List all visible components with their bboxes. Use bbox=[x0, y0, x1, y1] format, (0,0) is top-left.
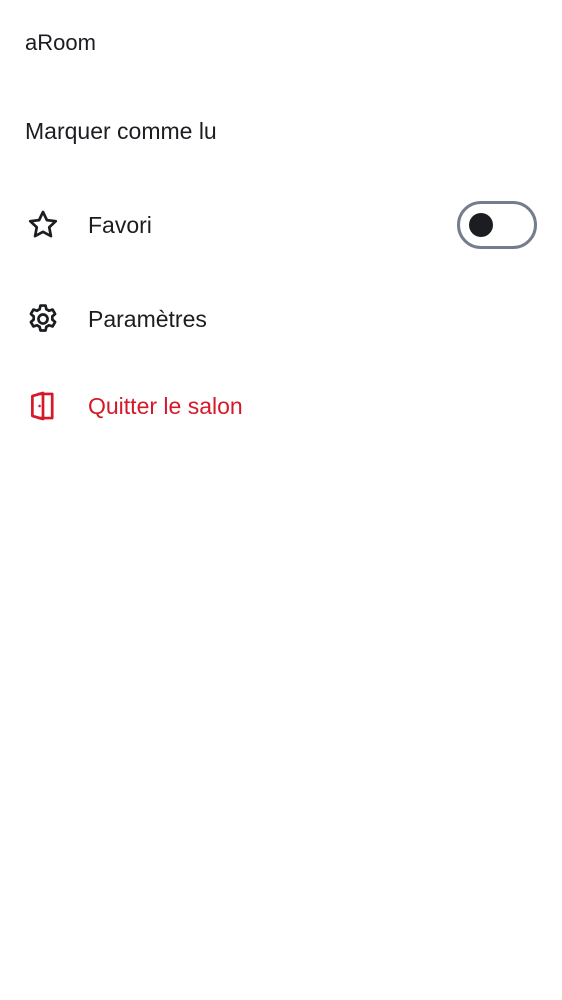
favourite-label: Favori bbox=[88, 212, 152, 238]
favourite-toggle[interactable] bbox=[457, 201, 537, 249]
settings-item[interactable]: Paramètres bbox=[0, 300, 562, 338]
mark-as-read-label: Marquer comme lu bbox=[25, 118, 217, 144]
leave-room-label: Quitter le salon bbox=[88, 393, 243, 419]
mark-as-read-item[interactable]: Marquer comme lu bbox=[0, 116, 562, 146]
leave-door-icon bbox=[25, 388, 61, 424]
settings-label: Paramètres bbox=[88, 306, 207, 332]
leave-room-item[interactable]: Quitter le salon bbox=[0, 387, 562, 425]
toggle-knob bbox=[469, 213, 493, 237]
room-name-title: aRoom bbox=[25, 30, 96, 55]
room-context-menu: aRoom Marquer comme lu Favori Paramètres bbox=[0, 0, 562, 1000]
star-outline-icon bbox=[25, 207, 61, 243]
gear-icon bbox=[25, 301, 61, 337]
favourite-item[interactable]: Favori bbox=[0, 200, 562, 250]
